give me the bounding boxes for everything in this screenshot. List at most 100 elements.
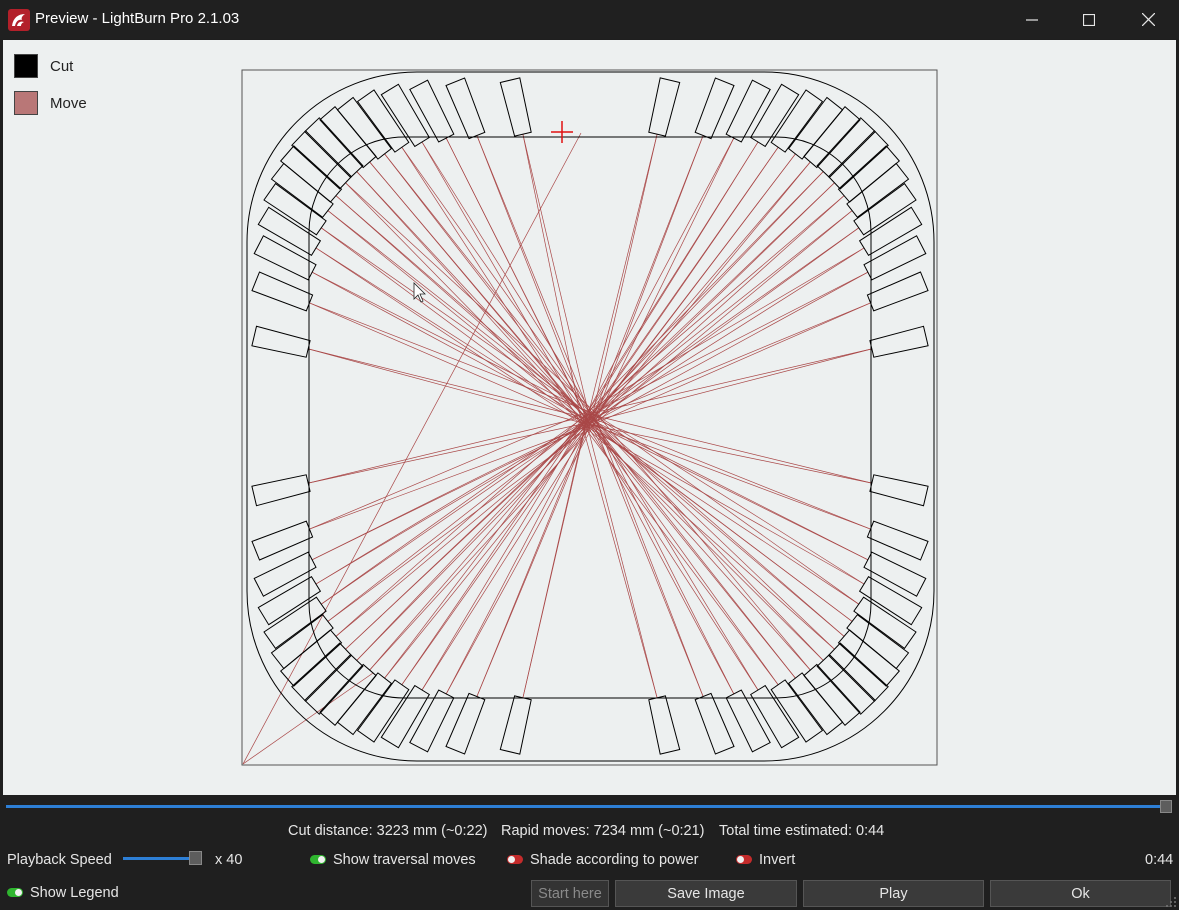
vent-slot [827, 642, 889, 702]
vent-slot [648, 77, 681, 137]
play-button[interactable]: Play [803, 880, 984, 907]
cut-distance-text: Cut distance: 3223 mm (~0:22) [288, 823, 488, 839]
traversal-move-line [421, 141, 597, 420]
maximize-button[interactable] [1060, 0, 1118, 39]
traversal-move-line [335, 415, 585, 637]
traversal-move-line [595, 161, 811, 414]
traversal-move-line [592, 418, 824, 661]
traversal-move-line [445, 423, 595, 695]
resize-grip-icon[interactable] [1165, 896, 1177, 908]
playback-speed-label: Playback Speed [7, 852, 112, 868]
title-bar: Preview - LightBurn Pro 2.1.03 [0, 0, 1179, 39]
traversal-move-line [589, 302, 871, 420]
lightburn-logo-icon [8, 9, 30, 31]
initial-rapid-move [242, 672, 374, 765]
traversal-move-line [585, 423, 759, 691]
traversal-move-line [592, 153, 796, 420]
traversal-move-line [327, 423, 595, 622]
traversal-move-line [589, 195, 845, 414]
preview-canvas[interactable]: Cut Move [3, 40, 1176, 795]
rapid-moves-text: Rapid moves: 7234 mm (~0:21) [501, 823, 705, 839]
playback-progress-handle[interactable] [1160, 800, 1172, 813]
job-preview-drawing [241, 69, 938, 766]
vent-slot [251, 325, 311, 358]
vent-slot [270, 162, 334, 218]
maximize-icon [1083, 13, 1095, 26]
traversal-move-line [583, 412, 658, 698]
traversal-move-line [335, 195, 594, 420]
traversal-move-line [311, 423, 591, 561]
minimize-button[interactable] [1003, 0, 1061, 39]
vent-slot [499, 77, 532, 137]
invert-toggle[interactable] [736, 855, 752, 864]
vent-slot [270, 614, 334, 670]
traversal-move-line [593, 137, 735, 425]
traversal-move-line [593, 423, 869, 561]
traversal-move-line [589, 423, 735, 695]
vent-slot [648, 695, 681, 755]
vent-slot [869, 325, 929, 358]
traversal-move-line [309, 302, 591, 425]
show-traversal-toggle[interactable] [310, 855, 326, 864]
total-time-text: Total time estimated: 0:44 [719, 823, 885, 839]
traversal-move-line [345, 182, 597, 414]
traversal-move-line [592, 134, 658, 414]
playback-speed-handle[interactable] [189, 851, 202, 865]
vent-slot [336, 96, 392, 160]
shade-power-label[interactable]: Shade according to power [530, 852, 698, 868]
laser-head-marker [551, 121, 573, 143]
traversal-move-line [585, 423, 859, 605]
vent-slot [291, 642, 353, 702]
ok-button[interactable]: Ok [990, 880, 1171, 907]
traversal-move-line [589, 271, 869, 425]
traversal-move-line [327, 210, 591, 417]
show-legend-label[interactable]: Show Legend [30, 885, 119, 901]
shade-power-toggle[interactable] [507, 855, 523, 864]
save-image-button[interactable]: Save Image [615, 880, 797, 907]
traversal-move-line [315, 247, 583, 425]
traversal-move-line [592, 348, 872, 414]
minimize-icon [1026, 18, 1038, 21]
traversal-move-line [356, 418, 594, 661]
traversal-move-line [384, 153, 591, 414]
show-traversal-label[interactable]: Show traversal moves [333, 852, 476, 868]
traversal-move-line [356, 171, 585, 417]
traversal-move-line [369, 161, 588, 420]
traversal-move-line [421, 141, 587, 425]
window-title: Preview - LightBurn Pro 2.1.03 [35, 10, 240, 27]
close-icon [1141, 13, 1155, 26]
show-legend-toggle[interactable] [7, 888, 23, 897]
vent-slot [499, 695, 532, 755]
traversal-move-line [335, 423, 591, 637]
elapsed-time: 0:44 [1145, 852, 1174, 868]
close-button[interactable] [1119, 0, 1177, 39]
traversal-move-line [476, 423, 591, 697]
traversal-move-line [593, 423, 704, 697]
traversal-move-line [589, 195, 845, 425]
traversal-move-line [592, 412, 865, 585]
traversal-move-line [327, 418, 588, 622]
traversal-move-line [595, 227, 860, 420]
vent-slot [788, 672, 844, 736]
traversal-move-line [589, 146, 779, 417]
traversal-move-line [581, 423, 865, 585]
traversal-move-line [586, 271, 869, 417]
start-here-button[interactable]: Start here [531, 880, 609, 907]
traversal-move-line [476, 135, 595, 425]
traversal-move-line [581, 423, 658, 698]
invert-label[interactable]: Invert [759, 852, 795, 868]
traversal-move-line [384, 412, 588, 679]
traversal-move-line [583, 137, 735, 420]
traversal-move-line [308, 423, 583, 484]
traversal-move-line [309, 302, 594, 414]
playback-speed-value: x 40 [215, 852, 243, 868]
vent-slot [869, 474, 929, 507]
vent-slot [846, 614, 910, 670]
playback-speed-slider[interactable] [123, 857, 193, 860]
vent-slot [251, 474, 311, 507]
traversal-move-line [583, 171, 824, 417]
traversal-move-line [369, 423, 595, 671]
vent-slot [336, 672, 392, 736]
vent-slot [846, 162, 910, 218]
playback-progress-bar[interactable] [6, 805, 1164, 808]
